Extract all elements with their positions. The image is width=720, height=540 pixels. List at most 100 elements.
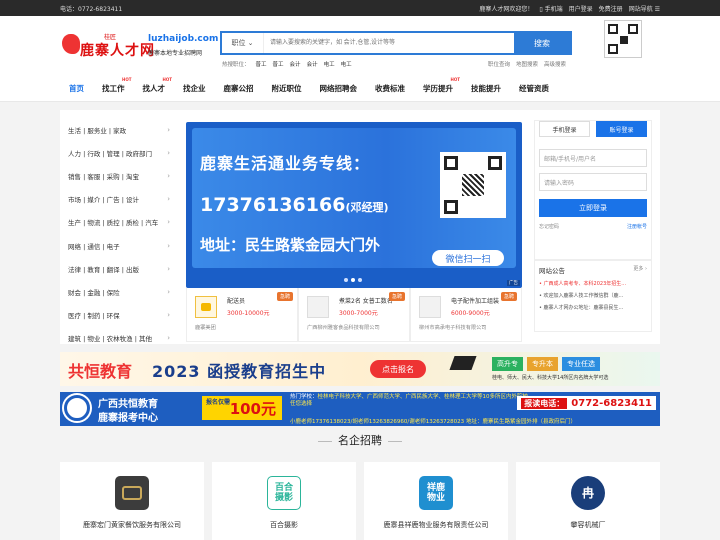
welcome-text: 鹿寨人才网欢迎您！ xyxy=(479,5,534,13)
category-item[interactable]: 生产 | 物流 | 质控 | 质检 | 汽车 › xyxy=(68,211,178,234)
ad1-tag: 高升专 xyxy=(492,357,523,371)
ad2-line1: 广西共恒教育 xyxy=(98,399,158,410)
main-nav: 首页 找工作 HOT 找人才 HOT 找企业 鹿寨公招 附近职位 网络招聘会 收费标… xyxy=(0,76,720,102)
site-logo[interactable]: 桂匠 鹿寨人才网 luzhaijob.com 鹿寨本地专业招聘网 xyxy=(62,32,218,72)
company-logo-icon xyxy=(115,476,149,510)
search-category-select[interactable]: 职位 ⌄ xyxy=(222,33,264,53)
contact-phone: 电话：0772-6823411 xyxy=(60,5,123,13)
nav-item[interactable]: 找企业 xyxy=(174,76,215,102)
hot-word[interactable]: 会计 xyxy=(307,60,318,68)
job-card[interactable]: 煮菜2名 女普工数名 3000-7000元 广西柳州雅客食品科技有限公司 急聘 xyxy=(298,288,410,342)
nav-item[interactable]: 收费标准 xyxy=(366,76,414,102)
company-card[interactable]: 百合 摄影 百合摄影 xyxy=(212,462,356,540)
chevron-right-icon: › xyxy=(167,334,170,343)
company-name: 百合摄影 xyxy=(270,521,298,529)
notice-more-link[interactable]: 更多 › xyxy=(633,265,647,275)
nav-item[interactable]: 经管资质 xyxy=(510,76,558,102)
user-login-link[interactable]: 用户登录 xyxy=(569,4,593,13)
login-button[interactable]: 立即登录 xyxy=(539,199,647,217)
company-name: 鹿寨宏门黄家餐饮服务有限公司 xyxy=(83,521,181,529)
hot-word[interactable]: 电工 xyxy=(341,60,352,68)
company-card[interactable]: 祥鹿 物业 鹿寨县祥鹿物业服务有限责任公司 xyxy=(364,462,508,540)
search-input[interactable] xyxy=(264,33,514,53)
top-links: 鹿寨人才网欢迎您！ ▯ 手机端 用户登录 免费注册 网站导航 ☰ xyxy=(479,4,660,13)
category-item[interactable]: 销售 | 客服 | 采购 | 淘宝 › xyxy=(68,164,178,187)
search-quick-links: 职位查询 地图搜索 高级搜索 xyxy=(488,60,566,68)
nav-item[interactable]: 鹿寨公招 xyxy=(215,76,263,102)
search-button[interactable]: 搜索 xyxy=(514,33,570,53)
hot-label: 热搜职位： xyxy=(222,62,250,68)
company-card[interactable]: 鹿寨宏门黄家餐饮服务有限公司 xyxy=(60,462,204,540)
category-item[interactable]: 市场 | 媒介 | 广告 | 设计 › xyxy=(68,188,178,211)
company-name: 攀容机械厂 xyxy=(570,521,606,529)
company-logo-icon: 祥鹿 物业 xyxy=(419,476,453,510)
category-item[interactable]: 财会 | 金融 | 保险 › xyxy=(68,280,178,303)
ad1-tag: 专升本 xyxy=(527,357,558,371)
hot-word[interactable]: 电工 xyxy=(324,60,335,68)
education-ad-banner[interactable]: 共恒教育 2023 函授教育招生中 点击报名 高升专 专升本 专业任选 桂电、师… xyxy=(60,352,660,386)
username-field[interactable]: 邮箱/手机号/用户名 xyxy=(539,149,647,167)
chevron-right-icon: › xyxy=(167,241,170,250)
job-salary: 6000-9000元 xyxy=(451,310,490,317)
nav-item[interactable]: 附近职位 xyxy=(263,76,311,102)
ad1-signup-button[interactable]: 点击报名 xyxy=(370,360,426,378)
nav-item[interactable]: 首页 xyxy=(60,76,93,102)
nav-item[interactable]: 学历提升 HOT xyxy=(414,76,462,102)
forgot-password-link[interactable]: 忘记密码 xyxy=(539,223,559,230)
chevron-right-icon: › xyxy=(167,287,170,296)
logo-slogan: 鹿寨本地专业招聘网 xyxy=(148,50,203,57)
company-logo-icon xyxy=(419,296,441,318)
job-title: 电子配件加工组装 xyxy=(451,298,500,305)
job-card[interactable]: 电子配件加工组装 6000-9000元 柳州市高承电子科技有限公司 急聘 xyxy=(410,288,522,342)
category-item[interactable]: 医疗 | 制药 | 环保 › xyxy=(68,304,178,327)
nav-item[interactable]: 找人才 HOT xyxy=(134,76,175,102)
category-item[interactable]: 建筑 | 物业 | 农林牧渔 | 其他 › xyxy=(68,327,178,350)
banner-title: 鹿寨生活通业务专线： xyxy=(200,154,371,173)
enrollment-ad-banner[interactable]: 广西共恒教育 鹿寨报考中心 报名仅需 100元 热门学校：桂林电子科技大学、广西师… xyxy=(60,392,660,426)
password-field[interactable]: 请输入密码 xyxy=(539,173,647,191)
nav-item[interactable]: 找工作 HOT xyxy=(93,76,134,102)
job-title: 配送员 xyxy=(227,298,246,305)
hot-word[interactable]: 普工 xyxy=(256,60,267,68)
job-card[interactable]: 配送员 3000-10000元 鹿寨美团 急聘 xyxy=(186,288,298,342)
urgent-badge: 急聘 xyxy=(276,292,293,301)
category-item[interactable]: 人力 | 行政 | 管理 | 政府部门 › xyxy=(68,141,178,164)
company-logo-icon xyxy=(307,296,329,318)
job-title: 煮菜2名 女普工数名 xyxy=(339,298,393,305)
carousel-dots[interactable] xyxy=(344,278,362,282)
notice-header: 网站公告 更多 › xyxy=(539,265,647,275)
register-link[interactable]: 免费注册 xyxy=(599,4,623,13)
tab-mobile-login[interactable]: 手机登录 xyxy=(539,121,590,137)
notice-item[interactable]: • 广西成人高考专、本科2023年招生... xyxy=(539,280,647,287)
tab-account-login[interactable]: 账号登录 xyxy=(596,121,647,137)
mobile-link[interactable]: ▯ 手机端 xyxy=(539,4,562,13)
advanced-search-link[interactable]: 高级搜索 xyxy=(544,60,566,68)
chevron-right-icon: › xyxy=(167,195,170,204)
ad2-line2: 鹿寨报考中心 xyxy=(98,413,158,424)
hot-word[interactable]: 普工 xyxy=(273,60,284,68)
job-cards: 配送员 3000-10000元 鹿寨美团 急聘 煮菜2名 女普工数名 3000-… xyxy=(186,288,522,342)
ad2-price: 报名仅需 100元 xyxy=(202,396,282,420)
chevron-right-icon: › xyxy=(167,218,170,227)
nav-item[interactable]: 网络招聘会 xyxy=(311,76,367,102)
job-salary: 3000-10000元 xyxy=(227,310,270,317)
notice-item[interactable]: • 欢迎加入鹿寨人技工作微信群（鹿... xyxy=(539,292,647,299)
promo-banner[interactable]: 鹿寨生活通业务专线： 17376136166(邓经理) 地址：民生路紫金园大门外… xyxy=(186,122,522,288)
category-item[interactable]: 法律 | 教育 | 翻译 | 出版 › xyxy=(68,257,178,280)
job-query-link[interactable]: 职位查询 xyxy=(488,60,510,68)
category-item[interactable]: 网络 | 通信 | 电子 › xyxy=(68,234,178,257)
main-panel: 生活 | 服务业 | 家政 › 人力 | 行政 | 管理 | 政府部门 › 销售 |… xyxy=(60,110,660,344)
school-seal-icon xyxy=(64,395,90,421)
nav-item[interactable]: 技能提升 xyxy=(462,76,510,102)
hot-word[interactable]: 会计 xyxy=(290,60,301,68)
ad2-phone: 报读电话： 0772-6823411 xyxy=(517,396,656,410)
chevron-right-icon: › xyxy=(167,125,170,134)
category-item[interactable]: 生活 | 服务业 | 家政 › xyxy=(68,118,178,141)
ad1-tags: 高升专 专升本 专业任选 xyxy=(492,357,600,371)
company-card[interactable]: 冉 攀容机械厂 xyxy=(516,462,660,540)
map-search-link[interactable]: 地图搜索 xyxy=(516,60,538,68)
site-nav-link[interactable]: 网站导航 ☰ xyxy=(629,4,660,13)
ad-label: 广告 xyxy=(507,280,520,286)
notice-item[interactable]: • 鹿寨人才网办公地址：鹿寨县民生... xyxy=(539,304,647,311)
register-account-link[interactable]: 注册帐号 xyxy=(627,223,647,230)
